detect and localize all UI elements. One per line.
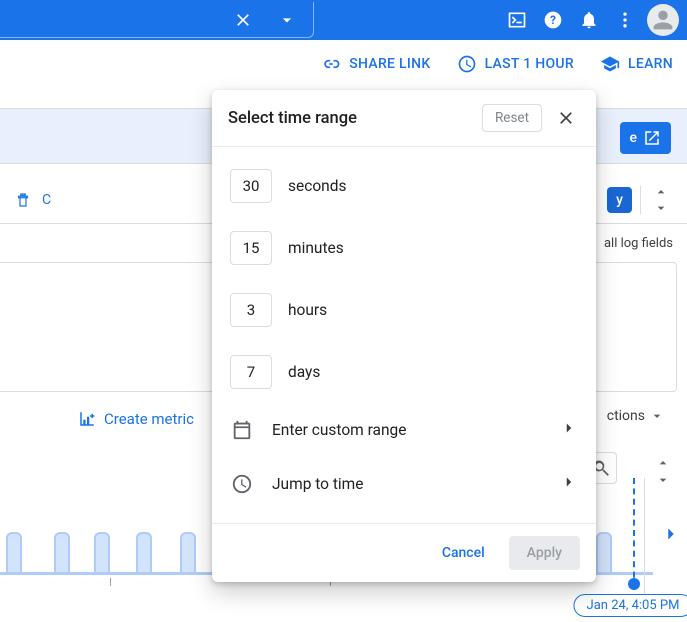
histogram-bar: [596, 532, 612, 572]
clock-icon: [457, 54, 477, 74]
chevron-down-icon[interactable]: [269, 2, 305, 38]
chevron-up-icon: [655, 455, 671, 471]
preset-input-days[interactable]: [230, 355, 272, 389]
help-icon[interactable]: ?: [535, 2, 571, 38]
now-chip[interactable]: Jan 24, 4:05 PM: [574, 594, 687, 617]
preset-row-days[interactable]: days: [212, 341, 596, 403]
preset-input-minutes[interactable]: [230, 231, 272, 265]
open-external-chip[interactable]: e: [620, 122, 672, 154]
chevron-down-icon: [649, 408, 665, 424]
preset-list: seconds minutes hours days Enter custom …: [212, 147, 596, 523]
close-button[interactable]: [552, 104, 580, 132]
now-marker: [628, 578, 640, 590]
histogram-bar: [54, 532, 70, 572]
histogram-bar: [6, 532, 22, 572]
learn-button[interactable]: LEARN: [600, 54, 673, 74]
time-range-button[interactable]: LAST 1 HOUR: [457, 54, 574, 74]
jump-to-time-label: Jump to time: [272, 475, 542, 493]
log-fields-label: all log fields: [604, 236, 673, 251]
chevron-right-icon: [560, 419, 578, 441]
jump-to-time-row[interactable]: Jump to time: [212, 457, 596, 511]
preset-label-days: days: [288, 363, 320, 381]
clear-label: C: [42, 192, 51, 208]
preset-input-seconds[interactable]: [230, 169, 272, 203]
avatar[interactable]: [647, 4, 679, 36]
close-icon[interactable]: [225, 2, 261, 38]
open-external-label: e: [630, 130, 638, 146]
search-pill[interactable]: [0, 2, 314, 38]
custom-range-label: Enter custom range: [272, 421, 542, 439]
now-line: [633, 478, 635, 588]
actions-label: ctions: [607, 408, 645, 424]
create-metric-button[interactable]: Create metric: [78, 410, 194, 428]
share-link-label: SHARE LINK: [349, 56, 430, 72]
zoom-stepper[interactable]: [655, 454, 671, 489]
time-range-popover: Select time range Reset seconds minutes …: [212, 90, 596, 582]
preset-row-minutes[interactable]: minutes: [212, 217, 596, 279]
calendar-icon: [230, 419, 254, 441]
open-in-new-icon: [643, 129, 661, 147]
preset-input-hours[interactable]: [230, 293, 272, 327]
clock-icon: [230, 473, 254, 495]
time-range-label: LAST 1 HOUR: [485, 56, 574, 72]
preset-row-seconds[interactable]: seconds: [212, 155, 596, 217]
sort-toggle[interactable]: [649, 180, 673, 220]
divider: [640, 186, 641, 214]
more-vert-icon[interactable]: [607, 2, 643, 38]
notifications-icon[interactable]: [571, 2, 607, 38]
school-icon: [600, 54, 620, 74]
clear-button[interactable]: C: [14, 191, 51, 209]
preset-label-minutes: minutes: [288, 239, 344, 257]
histogram-bar: [180, 532, 196, 572]
learn-label: LEARN: [628, 56, 673, 72]
custom-range-row[interactable]: Enter custom range: [212, 403, 596, 457]
close-icon: [556, 108, 576, 128]
trash-icon: [14, 191, 32, 209]
reset-button[interactable]: Reset: [482, 104, 542, 132]
popover-header: Select time range Reset: [212, 90, 596, 147]
topbar: ?: [0, 0, 687, 40]
severity-badge[interactable]: y: [607, 187, 632, 213]
preset-row-hours[interactable]: hours: [212, 279, 596, 341]
chevron-down-icon: [655, 472, 671, 488]
preset-label-hours: hours: [288, 301, 327, 319]
share-link-button[interactable]: SHARE LINK: [321, 54, 430, 74]
action-row: SHARE LINK LAST 1 HOUR LEARN: [0, 40, 687, 88]
timeline-next-button[interactable]: [657, 520, 685, 548]
histogram-divider: [644, 478, 645, 596]
popover-footer: Cancel Apply: [212, 523, 596, 582]
histogram-tick: [110, 578, 111, 586]
popover-title: Select time range: [228, 109, 357, 128]
link-icon: [321, 54, 341, 74]
preset-label-seconds: seconds: [288, 177, 346, 195]
create-metric-label: Create metric: [104, 410, 194, 428]
actions-dropdown[interactable]: ctions: [607, 408, 665, 424]
cloud-shell-icon[interactable]: [499, 2, 535, 38]
histogram-bar: [94, 532, 110, 572]
histogram-bar: [136, 532, 152, 572]
chevron-right-icon: [560, 473, 578, 495]
cancel-button[interactable]: Cancel: [428, 537, 499, 569]
chart-add-icon: [78, 410, 96, 428]
chevron-right-icon: [660, 523, 682, 545]
svg-text:?: ?: [550, 13, 556, 27]
apply-button[interactable]: Apply: [509, 536, 580, 570]
